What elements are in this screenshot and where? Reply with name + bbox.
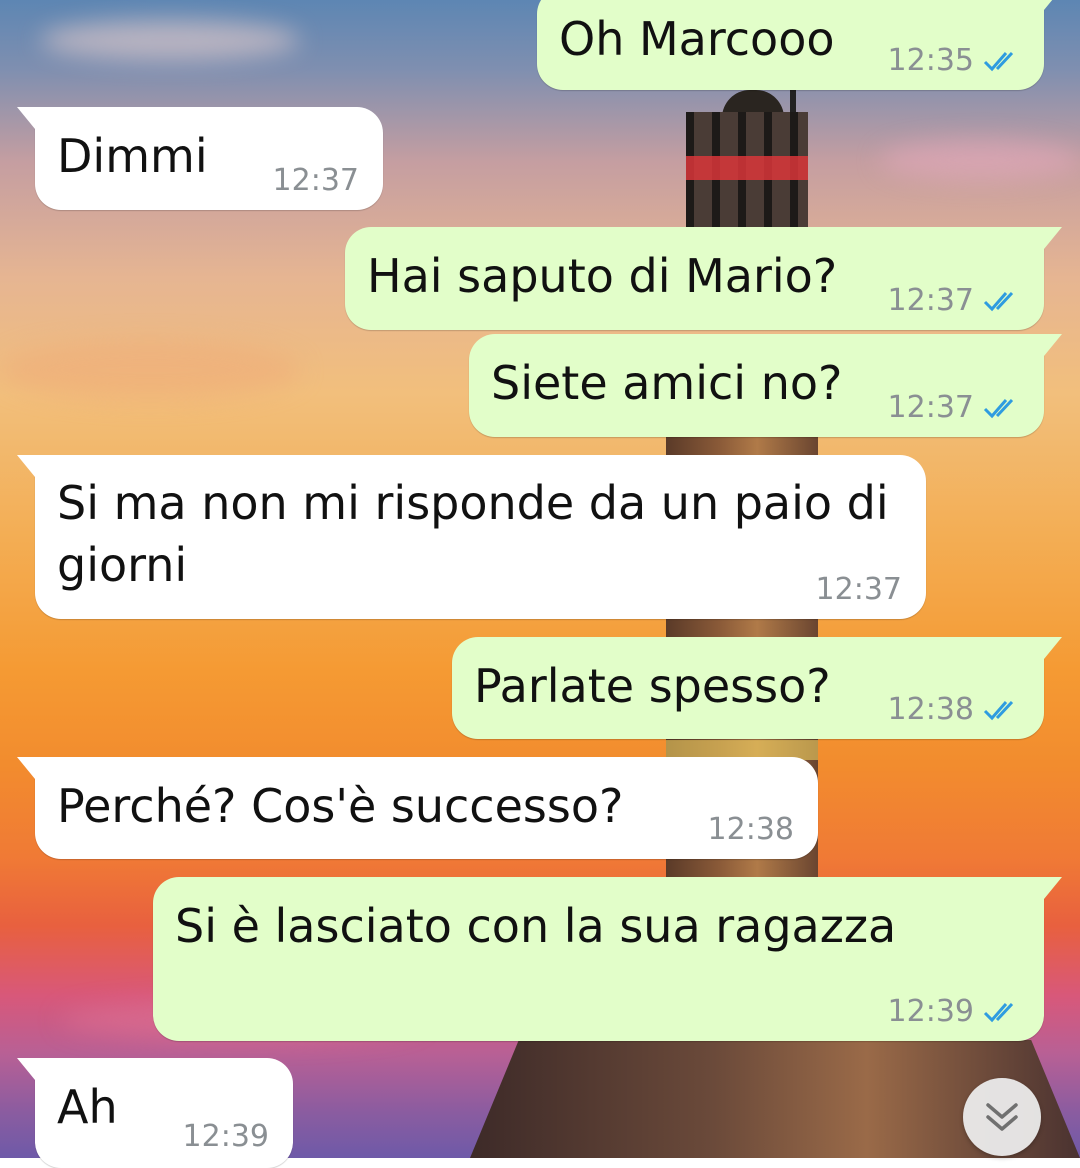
- message-meta: 12:38: [708, 812, 794, 847]
- outgoing-message[interactable]: Siete amici no? 12:37: [469, 334, 1062, 437]
- message-text: Si ma non mi risponde da un paio di gior…: [57, 476, 889, 592]
- lighthouse-light: [686, 156, 808, 180]
- double-check-icon: [983, 51, 1014, 71]
- message-time: 12:37: [272, 163, 359, 198]
- message-time: 12:37: [887, 390, 974, 425]
- message-text: Ah: [57, 1080, 118, 1134]
- message-text: Perché? Cos'è successo?: [57, 779, 624, 833]
- double-check-icon: [983, 291, 1014, 311]
- message-time: 12:37: [815, 572, 902, 607]
- message-time: 12:35: [887, 43, 974, 78]
- message-meta: 12:39: [183, 1119, 269, 1154]
- outgoing-message[interactable]: Parlate spesso? 12:38: [452, 637, 1062, 739]
- incoming-message[interactable]: Si ma non mi risponde da un paio di gior…: [17, 455, 926, 619]
- double-check-icon: [983, 1002, 1014, 1022]
- wallpaper-cloud: [0, 340, 300, 400]
- message-time: 12:38: [707, 812, 794, 847]
- message-meta: 12:37: [888, 390, 1022, 425]
- wallpaper-cloud: [880, 140, 1080, 180]
- message-text: Siete amici no?: [491, 356, 843, 410]
- message-meta: 12:37: [888, 283, 1022, 318]
- double-check-icon: [983, 700, 1014, 720]
- message-meta: 12:39: [888, 994, 1022, 1029]
- wallpaper-cloud: [40, 20, 300, 60]
- message-meta: 12:38: [888, 692, 1022, 727]
- incoming-message[interactable]: Perché? Cos'è successo? 12:38: [17, 757, 818, 859]
- message-text: Hai saputo di Mario?: [367, 249, 838, 303]
- message-text: Parlate spesso?: [474, 659, 831, 713]
- message-time: 12:38: [887, 692, 974, 727]
- incoming-message[interactable]: Ah 12:39: [17, 1058, 293, 1168]
- message-time: 12:39: [182, 1119, 269, 1154]
- incoming-message[interactable]: Dimmi 12:37: [17, 107, 383, 210]
- outgoing-message[interactable]: Hai saputo di Mario? 12:37: [345, 227, 1062, 330]
- message-meta: 12:37: [273, 163, 359, 198]
- message-text: Dimmi: [57, 129, 208, 183]
- outgoing-message[interactable]: Si è lasciato con la sua ragazza 12:39: [153, 877, 1062, 1041]
- double-chevron-down-icon: [986, 1103, 1018, 1131]
- message-meta: 12:37: [816, 572, 902, 607]
- double-check-icon: [983, 398, 1014, 418]
- message-text: Si è lasciato con la sua ragazza: [175, 899, 897, 953]
- scroll-to-bottom-button[interactable]: [963, 1078, 1041, 1156]
- message-meta: 12:35: [888, 43, 1022, 78]
- message-time: 12:37: [887, 283, 974, 318]
- message-text: Oh Marcooo: [559, 12, 835, 66]
- message-time: 12:39: [887, 994, 974, 1029]
- outgoing-message[interactable]: Oh Marcooo 12:35: [537, 0, 1062, 90]
